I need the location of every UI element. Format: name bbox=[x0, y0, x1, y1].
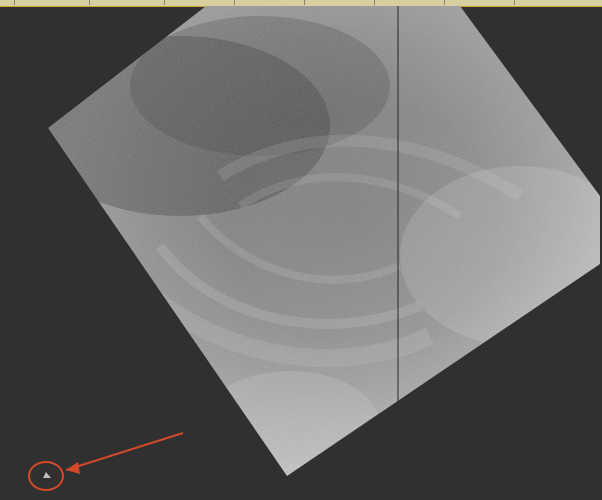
arrow-icon bbox=[66, 462, 80, 474]
toolbar-tab[interactable]: 1 bbox=[0, 0, 16, 5]
toolbar-tab[interactable]: 4 bbox=[220, 0, 236, 5]
toolbar-tab[interactable]: 2 bbox=[75, 0, 91, 5]
toolbar-tab[interactable]: 6 bbox=[360, 0, 376, 5]
toolbar-tab[interactable]: 5 bbox=[290, 0, 306, 5]
thumbnail-icon bbox=[43, 472, 51, 478]
toolbar-tab[interactable]: 8 bbox=[500, 0, 516, 5]
satellite-image-svg[interactable] bbox=[0, 6, 602, 500]
toolbar-tab[interactable]: 3 bbox=[150, 0, 166, 5]
annotation-arrow bbox=[65, 432, 184, 474]
image-tile[interactable] bbox=[0, 6, 602, 500]
toolbar-tab[interactable]: 7 bbox=[430, 0, 446, 5]
image-viewport[interactable] bbox=[0, 6, 602, 500]
